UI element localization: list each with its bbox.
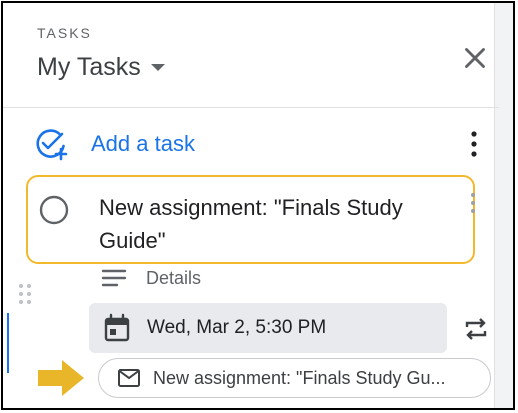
add-task-icon — [36, 129, 68, 161]
more-options-button[interactable] — [465, 129, 483, 159]
details-label: Details — [146, 267, 202, 288]
drag-handle[interactable] — [18, 283, 32, 310]
repeat-button[interactable] — [462, 316, 490, 347]
more-vert-icon — [471, 193, 475, 213]
list-title: My Tasks — [37, 53, 141, 81]
task-menu-handle[interactable] — [469, 191, 477, 224]
arrow-right-icon — [36, 358, 86, 403]
caret-down-icon — [150, 64, 165, 71]
complete-task-checkbox[interactable] — [38, 194, 70, 231]
mail-icon — [118, 369, 140, 387]
tasks-panel: TASKS My Tasks Add a task New assignment… — [1, 1, 515, 410]
header-divider — [3, 107, 499, 108]
linked-email-subject: New assignment: "Finals Study Gu... — [153, 367, 446, 388]
selection-accent — [7, 313, 9, 373]
circle-checkbox-icon — [39, 195, 69, 225]
add-task-label: Add a task — [91, 131, 195, 156]
drag-indicator-icon — [19, 284, 31, 304]
close-button[interactable] — [458, 41, 492, 75]
task-item[interactable]: New assignment: "Finals Study Guide" — [26, 175, 475, 264]
details-field[interactable]: Details — [100, 266, 201, 290]
notes-icon — [101, 269, 127, 287]
list-selector[interactable]: My Tasks — [37, 53, 165, 82]
linked-email-chip[interactable]: New assignment: "Finals Study Gu... — [98, 358, 491, 398]
more-vert-icon — [471, 131, 477, 157]
due-date-text: Wed, Mar 2, 5:30 PM — [147, 317, 327, 338]
calendar-icon — [104, 313, 130, 342]
scroll-strip — [494, 3, 513, 408]
repeat-icon — [465, 318, 487, 340]
due-date-chip[interactable]: Wed, Mar 2, 5:30 PM — [89, 303, 447, 353]
panel-label: TASKS — [37, 25, 92, 41]
close-icon — [465, 48, 485, 68]
add-task-button[interactable]: Add a task — [33, 126, 195, 162]
task-title[interactable]: New assignment: "Finals Study Guide" — [99, 191, 459, 257]
